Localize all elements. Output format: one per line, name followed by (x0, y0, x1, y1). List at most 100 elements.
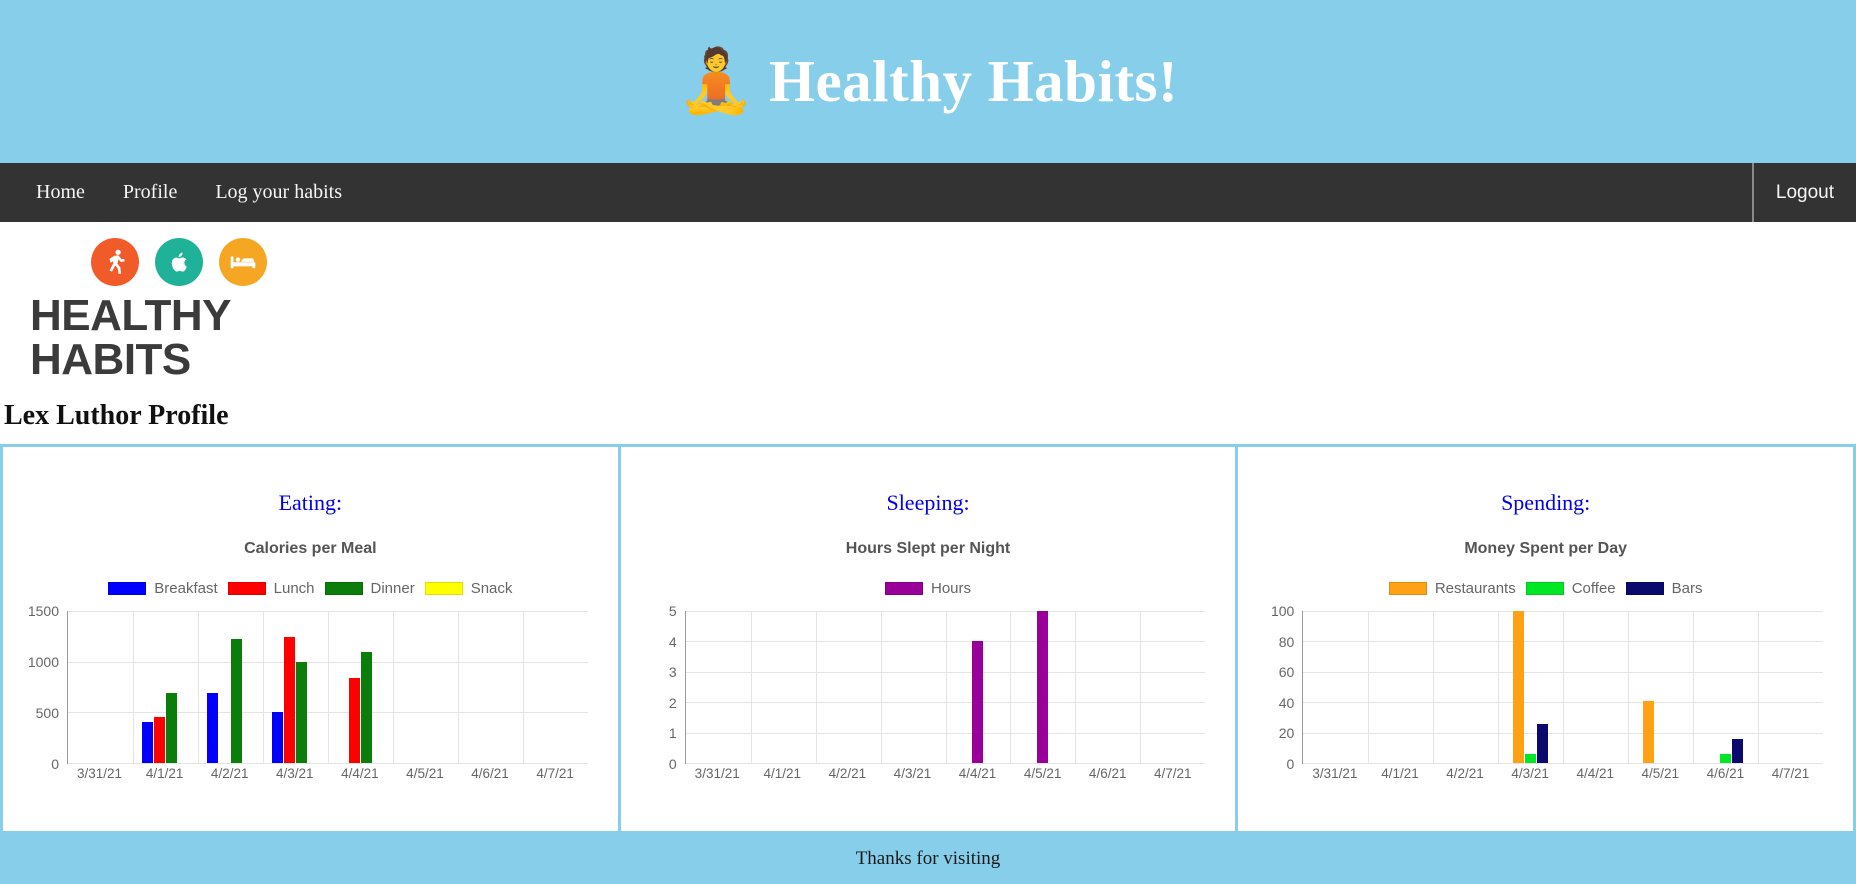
x-axis: 3/31/21 4/1/21 4/2/21 4/3/21 4/4/21 4/5/21 4/6… (685, 764, 1206, 786)
x-axis: 3/31/21 4/1/21 4/2/21 4/3/21 4/4/21 4/5/21 4/6… (67, 764, 588, 786)
x-axis-tick-label: 4/1/21 (763, 766, 802, 781)
x-axis-tick-label: 4/2/21 (1446, 766, 1484, 781)
bar-group (458, 611, 523, 763)
card-heading-sleeping: Sleeping: (886, 490, 970, 515)
logout-label: Logout (1775, 181, 1834, 203)
bar-group (1498, 611, 1563, 763)
card-eating: Eating: Calories per Meal Breakfast Lunch… (0, 447, 621, 831)
bar-group (1628, 611, 1693, 763)
chart-legend-sleeping: Hours (621, 558, 1236, 597)
bar-group (523, 611, 588, 763)
y-axis: 0 500 1000 1500 (21, 603, 65, 772)
chart-legend-spending: Restaurants Coffee Bars (1238, 558, 1853, 597)
legend-item[interactable]: Snack (424, 580, 513, 597)
bar-group (133, 611, 198, 763)
card-heading-spending: Spending: (1501, 490, 1591, 515)
legend-item[interactable]: Breakfast (108, 580, 218, 597)
chart-bar[interactable] (206, 693, 218, 763)
x-axis-tick-label: 4/5/21 (1641, 766, 1680, 781)
bar-group (1433, 611, 1498, 763)
legend-item[interactable]: Coffee (1525, 580, 1616, 597)
footer-text: Thanks for visiting (855, 848, 1001, 869)
chart-bar[interactable] (283, 637, 295, 763)
x-axis-tick-label: 4/6/21 (471, 766, 509, 781)
chart-bar[interactable] (1513, 611, 1525, 763)
bar-group (881, 611, 946, 763)
legend-label: Dinner (370, 580, 415, 597)
y-axis-tick-label: 2 (668, 694, 677, 711)
y-axis-tick-label: 5 (668, 603, 677, 619)
chart-bar[interactable] (348, 677, 360, 763)
chart-bar[interactable] (972, 641, 984, 763)
legend-item[interactable]: Lunch (227, 580, 315, 597)
page-title: Healthy Habits! (769, 48, 1179, 114)
bar-group (1075, 611, 1140, 763)
y-axis-tick-label: 1 (668, 725, 677, 742)
site-footer: Thanks for visiting (0, 834, 1856, 884)
bar-group (393, 611, 458, 763)
chart-bar[interactable] (1720, 753, 1732, 763)
x-axis: 3/31/21 4/1/21 4/2/21 4/3/21 4/4/21 4/5/21 4/6… (1302, 764, 1823, 786)
x-axis-tick-label: 4/2/21 (210, 766, 249, 781)
legend-label: Restaurants (1434, 580, 1516, 597)
legend-item[interactable]: Dinner (324, 580, 415, 597)
chart-bar[interactable] (230, 639, 242, 763)
legend-label: Snack (470, 580, 513, 597)
plot-area (67, 611, 588, 764)
legend-swatch (324, 582, 363, 595)
nav-link-profile[interactable]: Profile (104, 163, 196, 222)
legend-item[interactable]: Bars (1625, 580, 1703, 597)
chart-bar[interactable] (141, 722, 153, 763)
legend-swatch (108, 582, 147, 595)
brand-wordmark: HEALTHY HABITS (30, 291, 231, 384)
chart-plot-sleeping: 0 1 2 3 4 5 3/31/21 4/1/21 4/2/21 4/3/21 4/4/21 4/5… (639, 603, 1206, 786)
bar-group (1758, 611, 1823, 763)
chart-bar[interactable] (1643, 700, 1655, 763)
y-axis: 0 20 40 60 80 100 (1256, 603, 1300, 772)
x-axis-tick-label: 4/1/21 (1381, 766, 1419, 781)
main-navbar: Home Profile Log your habits Logout (0, 163, 1856, 222)
chart-bar[interactable] (1037, 611, 1049, 763)
legend-item[interactable]: Restaurants (1388, 580, 1516, 597)
bar-group (1140, 611, 1205, 763)
chart-bar[interactable] (153, 717, 165, 763)
chart-title-spending: Money Spent per Day (1464, 540, 1628, 557)
chart-bar[interactable] (271, 712, 283, 763)
x-axis-tick-label: 4/3/21 (893, 766, 932, 781)
person-in-lotus-position-icon: 🧘 (677, 47, 756, 116)
legend-label: Hours (931, 580, 972, 597)
bar-group (1563, 611, 1628, 763)
bar-group (1303, 611, 1368, 763)
chart-bar[interactable] (165, 693, 177, 763)
y-axis-tick-label: 1500 (27, 603, 59, 619)
y-axis-tick-label: 20 (1278, 725, 1295, 742)
y-axis-tick-label: 60 (1278, 664, 1295, 681)
y-axis-tick-label: 500 (35, 705, 59, 721)
chart-bar[interactable] (1525, 753, 1537, 763)
x-axis-tick-label: 4/4/21 (1576, 766, 1614, 781)
x-axis-tick-label: 4/6/21 (1706, 766, 1745, 781)
x-axis-tick-label: 3/31/21 (1312, 766, 1358, 781)
chart-plot-spending: 0 20 40 60 80 100 3/31/21 4/1/21 4/2/21 4/3/21 4/4… (1256, 603, 1824, 786)
profile-title: Lex Luthor Profile (4, 400, 229, 431)
logout-button[interactable]: Logout (1751, 163, 1856, 222)
legend-swatch (885, 582, 923, 595)
chart-bar[interactable] (360, 651, 372, 763)
nav-link-log-your-habits[interactable]: Log your habits (196, 163, 361, 222)
card-spending: Spending: Money Spent per Day Restaurant… (1238, 447, 1856, 831)
nav-link-home[interactable]: Home (17, 163, 104, 222)
x-axis-tick-label: 4/6/21 (1088, 766, 1127, 781)
chart-bar[interactable] (1537, 724, 1549, 763)
x-axis-tick-label: 4/7/21 (1154, 766, 1192, 781)
y-axis: 0 1 2 3 4 5 (639, 603, 683, 772)
chart-bar[interactable] (1732, 738, 1744, 763)
legend-item[interactable]: Hours (885, 580, 971, 597)
bar-group (198, 611, 263, 763)
card-heading-eating: Eating: (278, 490, 343, 515)
bar-group (263, 611, 328, 763)
chart-bar[interactable] (295, 661, 307, 763)
x-axis-tick-label: 4/7/21 (1771, 766, 1810, 781)
bar-group (1693, 611, 1758, 763)
chart-title-eating: Calories per Meal (244, 540, 377, 557)
brand-logo: HEALTHY HABITS (0, 222, 340, 382)
